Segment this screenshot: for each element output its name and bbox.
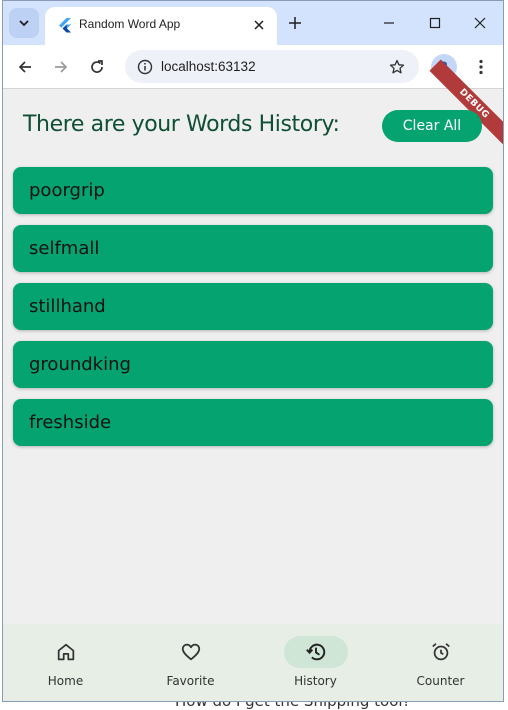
nav-active-indicator: [283, 636, 348, 668]
arrow-left-icon: [18, 61, 31, 73]
nav-label: Counter: [416, 674, 465, 688]
page-title: There are your Words History:: [23, 112, 340, 137]
plus-icon: [289, 17, 301, 29]
info-icon: [137, 59, 153, 75]
history-icon: [305, 643, 325, 661]
bookmark-button[interactable]: [387, 57, 407, 77]
new-tab-button[interactable]: [285, 13, 305, 33]
nav-label: Favorite: [166, 674, 215, 688]
minimize-icon: [384, 22, 394, 24]
clear-all-button[interactable]: Clear All: [382, 110, 482, 142]
window-close-button[interactable]: [468, 11, 492, 35]
chevron-down-icon: [19, 20, 29, 27]
address-bar[interactable]: localhost:63132: [125, 50, 419, 83]
more-vertical-icon: [479, 59, 483, 75]
close-icon: [254, 20, 264, 30]
word-text: stillhand: [29, 296, 106, 317]
url-text: localhost:63132: [161, 59, 256, 74]
browser-menu-button[interactable]: [471, 55, 491, 79]
nav-item-counter[interactable]: Counter: [378, 624, 503, 701]
forward-button[interactable]: [49, 55, 73, 79]
browser-window: Random Word App localhost:63132 DEBUG Th…: [2, 0, 504, 702]
word-text: groundking: [29, 354, 131, 375]
nav-item-home[interactable]: Home: [3, 624, 128, 701]
list-item[interactable]: stillhand: [13, 283, 493, 330]
nav-item-history[interactable]: History: [253, 624, 378, 701]
star-icon: [389, 59, 405, 74]
list-item[interactable]: poorgrip: [13, 167, 493, 214]
home-icon: [57, 643, 74, 661]
word-text: selfmall: [29, 238, 100, 259]
word-text: freshside: [29, 412, 112, 433]
nav-label: History: [294, 674, 337, 688]
list-item[interactable]: groundking: [13, 341, 493, 388]
word-text: poorgrip: [29, 180, 105, 201]
tab-strip: Random Word App: [3, 1, 503, 45]
list-item[interactable]: selfmall: [13, 225, 493, 272]
app-content: DEBUG There are your Words History: Clea…: [3, 59, 503, 701]
nav-label: Home: [47, 674, 84, 688]
reload-button[interactable]: [85, 55, 109, 79]
flutter-logo-icon: [59, 18, 71, 33]
list-item[interactable]: freshside: [13, 399, 493, 446]
arrow-right-icon: [55, 61, 68, 73]
heart-icon: [181, 643, 200, 661]
bottom-navigation: Home Favorite History Counter: [3, 624, 503, 701]
site-info-button[interactable]: [135, 57, 155, 77]
tab-title: Random Word App: [79, 17, 181, 31]
maximize-icon: [429, 17, 441, 29]
maximize-button[interactable]: [423, 11, 447, 35]
close-icon: [474, 17, 486, 29]
browser-toolbar: localhost:63132: [3, 45, 503, 89]
reload-icon: [91, 60, 103, 73]
word-history-list: poorgrip selfmall stillhand groundking f…: [13, 167, 493, 457]
minimize-button[interactable]: [377, 11, 401, 35]
tab-close-button[interactable]: [249, 15, 269, 35]
alarm-icon: [431, 643, 450, 661]
browser-tab[interactable]: Random Word App: [45, 7, 277, 45]
back-button[interactable]: [13, 55, 37, 79]
nav-item-favorite[interactable]: Favorite: [128, 624, 253, 701]
tab-search-button[interactable]: [9, 8, 39, 38]
